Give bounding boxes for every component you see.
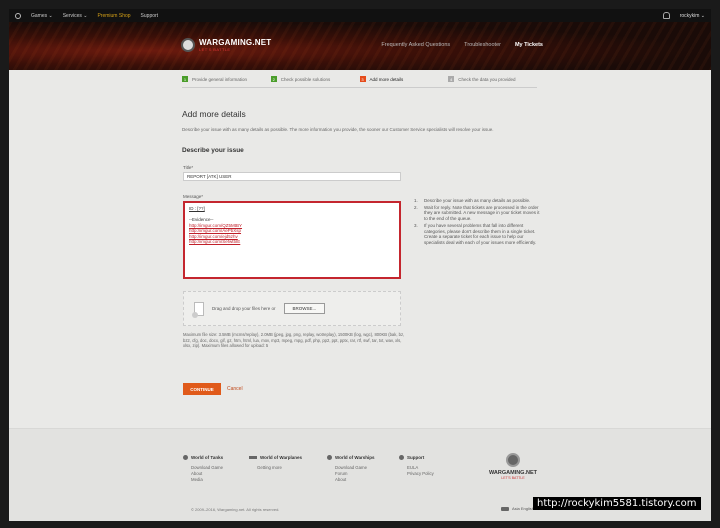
step-2[interactable]: 2 Check possible solutions (270, 76, 360, 82)
continue-button[interactable]: CONTINUE (183, 383, 221, 395)
title-input[interactable]: REPORT [ATK] USER (183, 172, 401, 181)
footer-column-title[interactable]: Support (407, 455, 424, 460)
evidence-link[interactable]: http://imgur.com/Sefwt5IE (189, 239, 395, 245)
title-label: Title* (183, 165, 194, 170)
top-navigation: Games ⌄ Services ⌄ Premium Shop Support … (9, 9, 711, 22)
logo-tagline: LET'S BATTLE (199, 47, 231, 52)
wargaming-badge-icon (181, 38, 195, 52)
footer-column-wot: World of Tanks Download Game About Media (183, 455, 223, 483)
tips-list: 1. Describe your issue with as many detai… (414, 198, 544, 247)
footer-column-wows: World of Warships Download Game Forum Ab… (327, 455, 375, 483)
world-of-warplanes-icon (249, 456, 257, 459)
step-1[interactable]: 1 Provide general information (182, 76, 271, 82)
step-number: 3 (359, 76, 366, 82)
support-nav: Frequently Asked Questions Troubleshoote… (381, 42, 543, 48)
progress-steps: 1 Provide general information 2 Check po… (182, 76, 537, 82)
footer-column-title[interactable]: World of Warships (335, 455, 375, 460)
world-of-warships-icon (327, 455, 332, 460)
steps-divider (182, 87, 537, 88)
world-of-tanks-icon (183, 455, 188, 460)
step-label: Check the data you provided (458, 76, 516, 82)
nav-troubleshooter[interactable]: Troubleshooter (464, 42, 501, 48)
wargaming-logo[interactable]: WARGAMING.NET LET'S BATTLE (181, 38, 271, 52)
step-label: Check possible solutions (280, 76, 331, 82)
footer-column-support: Support EULA Privacy Policy (399, 455, 434, 477)
upload-limits: Maximum file size: 3.5MB (mcms/replay), … (183, 332, 405, 348)
browser-page: Games ⌄ Services ⌄ Premium Shop Support … (9, 9, 711, 521)
watermark: http://rockykim5581.tistory.com (533, 497, 701, 510)
page-title: Add more details (182, 109, 246, 119)
footer-link[interactable]: Getting more (249, 465, 302, 471)
message-textarea[interactable]: ID : [??] --Evidence-- http://imgur.com/… (183, 201, 401, 279)
nav-faq[interactable]: Frequently Asked Questions (381, 42, 450, 48)
footer-column-wowp: World of Warplanes Getting more (249, 455, 302, 471)
tip-item: 3. If you have several problems that fall… (414, 222, 537, 245)
nav-services[interactable]: Services ⌄ (63, 13, 88, 19)
notification-bell-icon[interactable] (662, 12, 670, 19)
nav-support[interactable]: Support (141, 13, 159, 19)
step-check-icon: 1 (182, 76, 188, 82)
message-label: Message* (183, 194, 204, 199)
drop-text: Drag and drop your files here or (212, 306, 276, 311)
nav-games[interactable]: Games ⌄ (31, 13, 53, 19)
step-3: 3 Add more details (359, 76, 449, 82)
cancel-link[interactable]: Cancel (227, 386, 243, 392)
step-number: 4 (448, 76, 455, 82)
section-title: Describe your issue (182, 147, 244, 154)
nav-premium-shop[interactable]: Premium Shop (97, 13, 130, 19)
wargaming-badge-icon (505, 453, 520, 467)
footer-link[interactable]: About (327, 477, 375, 483)
copyright: © 2009–2016, Wargaming.net. All rights r… (191, 507, 280, 512)
tip-item: 2. Wait for reply. Note that tickets are … (414, 204, 540, 222)
file-upload-icon (192, 301, 204, 318)
footer-column-title[interactable]: World of Tanks (191, 455, 223, 460)
footer-link[interactable]: Media (183, 477, 223, 483)
step-check-icon: 2 (270, 76, 277, 82)
page-description: Describe your issue with as many details… (182, 127, 494, 132)
wargaming-mini-logo-icon[interactable] (15, 12, 21, 19)
region-map-icon (501, 506, 509, 511)
language-selector[interactable]: Asia English (501, 506, 534, 511)
step-label: Provide general information (192, 76, 248, 82)
header-banner: WARGAMING.NET LET'S BATTLE Frequently As… (9, 22, 711, 70)
footer-column-title[interactable]: World of Warplanes (260, 455, 302, 460)
footer-logo[interactable]: WARGAMING.NET LET'S BATTLE (489, 453, 537, 480)
user-menu[interactable]: rockykim ⌄ (680, 13, 705, 19)
step-4: 4 Check the data you provided (448, 76, 537, 82)
footer-link[interactable]: Privacy Policy (399, 471, 434, 477)
browse-button[interactable]: BROWSE... (283, 303, 326, 314)
file-drop-zone[interactable]: Drag and drop your files here or BROWSE.… (183, 291, 401, 326)
support-icon (399, 455, 404, 460)
tip-item: 1. Describe your issue with as many detai… (414, 198, 531, 203)
nav-my-tickets[interactable]: My Tickets (515, 42, 543, 48)
step-label: Add more details (369, 76, 404, 82)
logo-name: WARGAMING.NET (199, 38, 272, 47)
